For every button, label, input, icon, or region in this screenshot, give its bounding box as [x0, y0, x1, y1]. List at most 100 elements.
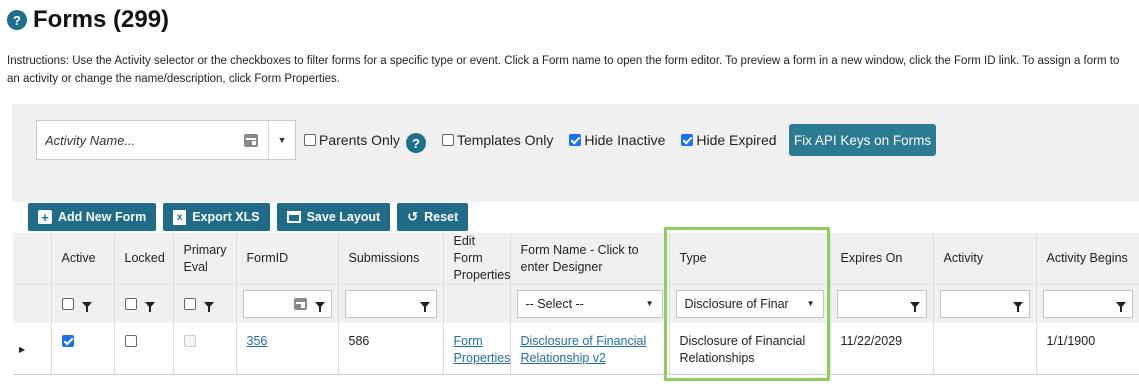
- expires-on-filter-input[interactable]: [836, 289, 927, 318]
- activity-name-input[interactable]: [37, 121, 244, 159]
- instructions-text: Instructions: Use the Activity selector …: [7, 55, 1120, 85]
- locked-cell: [114, 322, 174, 375]
- filter-icon[interactable]: [909, 301, 920, 312]
- chevron-down-icon: ▼: [645, 299, 654, 309]
- save-layout-label: Save Layout: [306, 210, 381, 224]
- chevron-down-icon: ▼: [806, 299, 815, 309]
- filter-cell: [338, 284, 444, 323]
- form-name-cell: Disclosure of Financial Relationship v2: [510, 322, 670, 375]
- column-header[interactable]: Activity Begins: [1036, 233, 1139, 285]
- filter-icon[interactable]: [144, 301, 155, 312]
- form-id-link[interactable]: 356: [247, 334, 268, 348]
- help-icon[interactable]: ?: [405, 133, 426, 153]
- activity-selector[interactable]: ▼: [36, 120, 296, 160]
- filter-icon[interactable]: [1012, 301, 1023, 312]
- expand-row-icon[interactable]: ▶: [13, 322, 52, 375]
- active-checkbox[interactable]: [61, 335, 74, 348]
- grid-toolbar: + Add New Form x Export XLS Save Layout …: [28, 203, 469, 231]
- form-properties-link[interactable]: Form Properties: [454, 334, 511, 365]
- activity-filter-input[interactable]: [939, 289, 1030, 318]
- hide-inactive-label: Hide Inactive: [584, 132, 666, 148]
- form-name-select-value: -- Select --: [525, 296, 584, 311]
- forms-grid: Active Locked Primary Eval FormID Submis…: [13, 233, 1139, 375]
- filter-row: ▼ Parents Only ? Templates Only Hide Ina…: [36, 120, 777, 160]
- column-header[interactable]: Expires On: [830, 233, 934, 285]
- column-header[interactable]: Active: [51, 233, 115, 285]
- expand-column-header: [13, 233, 52, 285]
- export-xls-button[interactable]: x Export XLS: [163, 203, 270, 231]
- activity-cell: [933, 322, 1037, 375]
- grid-filter-row: -- Select -- ▼ Disclosure of Finar ▼: [13, 284, 1139, 323]
- primary-eval-filter-checkbox[interactable]: [183, 297, 196, 310]
- primary-eval-cell: [173, 322, 237, 375]
- fix-api-keys-button[interactable]: Fix API Keys on Forms: [789, 124, 936, 156]
- filter-cell: [1036, 284, 1139, 323]
- reset-label: Reset: [424, 210, 459, 224]
- filter-cell: [114, 284, 174, 323]
- excel-icon: x: [173, 209, 187, 225]
- add-new-form-label: Add New Form: [58, 210, 147, 224]
- hide-expired-label: Hide Expired: [696, 132, 777, 148]
- submissions-cell: 586: [338, 322, 444, 375]
- filter-icon[interactable]: [81, 301, 92, 312]
- column-header[interactable]: Type: [669, 233, 831, 285]
- filter-cell: Disclosure of Finar ▼: [669, 284, 831, 323]
- active-cell: [51, 322, 115, 375]
- column-header[interactable]: Submissions: [338, 233, 444, 285]
- add-new-form-button[interactable]: + Add New Form: [28, 203, 157, 231]
- column-header[interactable]: Locked: [114, 233, 174, 285]
- window-icon: [286, 211, 301, 223]
- column-header[interactable]: Edit Form Properties: [443, 233, 511, 285]
- calendar-icon[interactable]: [244, 133, 258, 147]
- activity-begins-cell: 1/1/1900: [1036, 322, 1139, 375]
- submissions-filter-input[interactable]: [344, 289, 437, 318]
- form-name-filter-select[interactable]: -- Select -- ▼: [516, 289, 663, 318]
- type-select-value: Disclosure of Finar: [684, 296, 789, 311]
- reset-button[interactable]: ↺ Reset: [397, 203, 469, 231]
- chevron-down-icon[interactable]: ▼: [269, 135, 295, 145]
- hide-expired-checkbox[interactable]: [681, 134, 694, 146]
- edit-properties-cell: Form Properties: [443, 322, 511, 375]
- filter-cell: [13, 284, 52, 323]
- templates-only-checkbox[interactable]: [441, 134, 454, 146]
- page-title-text: Forms (299): [33, 6, 170, 33]
- formid-filter-input[interactable]: [242, 289, 332, 318]
- hide-inactive-checkbox[interactable]: [569, 134, 582, 146]
- filter-cell: [443, 284, 511, 323]
- undo-icon: ↺: [407, 209, 419, 224]
- form-name-link[interactable]: Disclosure of Financial Relationship v2: [521, 334, 647, 365]
- locked-checkbox[interactable]: [124, 335, 137, 348]
- export-xls-label: Export XLS: [192, 210, 260, 224]
- filter-icon[interactable]: [419, 301, 430, 312]
- activity-begins-filter-input[interactable]: [1042, 289, 1133, 318]
- filter-cell: [173, 284, 237, 323]
- filter-cell: -- Select -- ▼: [510, 284, 670, 323]
- filter-cell: [236, 284, 339, 323]
- formid-cell: 356: [236, 322, 339, 375]
- active-filter-checkbox[interactable]: [61, 297, 74, 310]
- filter-icon[interactable]: [203, 301, 214, 312]
- parents-only-checkbox[interactable]: [304, 134, 316, 146]
- calendar-icon[interactable]: [293, 297, 307, 310]
- column-header[interactable]: FormID: [236, 233, 339, 285]
- column-header[interactable]: Primary Eval: [173, 233, 237, 285]
- grid-header-row: Active Locked Primary Eval FormID Submis…: [13, 233, 1139, 285]
- save-layout-button[interactable]: Save Layout: [276, 203, 391, 231]
- filter-cell: [830, 284, 934, 323]
- filter-cell: [51, 284, 115, 323]
- filter-cell: [933, 284, 1037, 323]
- plus-icon: +: [38, 210, 52, 225]
- column-header[interactable]: Activity: [933, 233, 1037, 285]
- table-row[interactable]: ▶ 356 586 Form Properties Disclosure of …: [13, 322, 1139, 375]
- templates-only-label: Templates Only: [456, 132, 554, 148]
- locked-filter-checkbox[interactable]: [124, 297, 137, 310]
- column-header[interactable]: Form Name - Click to enter Designer: [510, 233, 670, 285]
- filter-icon[interactable]: [1115, 301, 1126, 312]
- expires-on-cell: 11/22/2029: [830, 322, 934, 375]
- help-icon[interactable]: ?: [7, 10, 27, 30]
- primary-eval-checkbox: [183, 335, 196, 348]
- filter-icon[interactable]: [314, 301, 325, 312]
- parents-only-label: Parents Only: [319, 132, 400, 148]
- type-filter-select[interactable]: Disclosure of Finar ▼: [675, 289, 824, 318]
- page-title: ? Forms (299): [7, 6, 169, 34]
